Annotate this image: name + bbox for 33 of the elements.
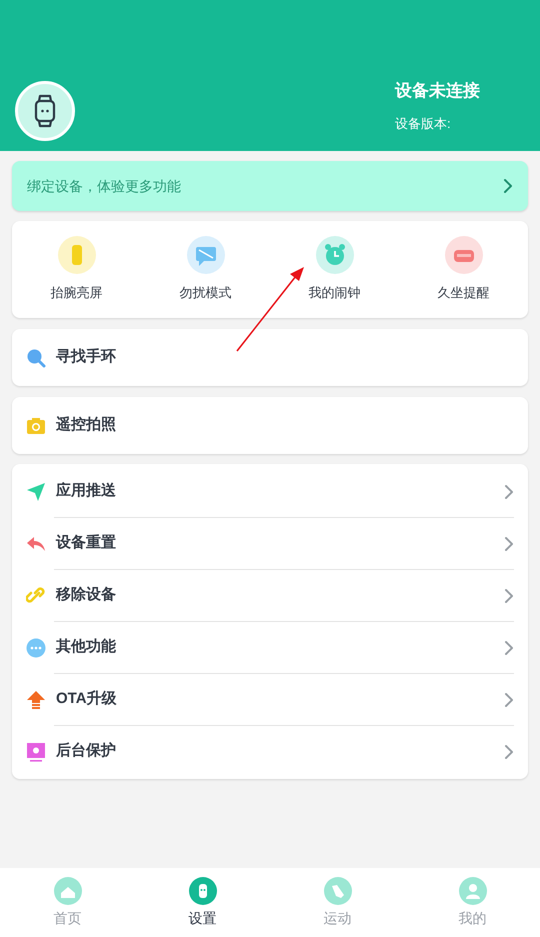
- chevron-right-icon: [504, 588, 514, 604]
- menu-item[interactable]: 应用推送: [26, 466, 514, 517]
- feature-button[interactable]: 我的闹钟: [270, 236, 399, 303]
- camera-icon: [26, 416, 46, 434]
- shoe-icon: [322, 876, 352, 906]
- connection-status: 设备未连接: [395, 80, 481, 102]
- feature-button[interactable]: 抬腕亮屏: [12, 236, 141, 303]
- menu-item[interactable]: OTA升级: [26, 674, 514, 725]
- watch-icon: [188, 876, 218, 906]
- version-label: 设备版本:: [395, 114, 452, 132]
- watch-icon: [34, 94, 56, 128]
- home-icon: [52, 876, 82, 906]
- send-icon: [26, 482, 46, 502]
- person-icon: [458, 876, 488, 906]
- chevron-right-icon: [504, 744, 514, 760]
- feature-button[interactable]: 久坐提醒: [399, 236, 528, 303]
- chevron-right-icon: [503, 178, 513, 194]
- menu-item[interactable]: 设备重置: [26, 518, 514, 569]
- search-icon: [26, 348, 46, 368]
- chevron-right-icon: [504, 484, 514, 500]
- nav-tab[interactable]: 设置: [135, 868, 270, 937]
- more-icon: [26, 638, 46, 658]
- menu-item[interactable]: 其他功能: [26, 622, 514, 673]
- link-icon: [26, 586, 46, 606]
- menu-item[interactable]: 后台保护: [26, 726, 514, 777]
- chevron-right-icon: [504, 692, 514, 708]
- menu-item[interactable]: 遥控拍照: [12, 397, 528, 454]
- menu-item[interactable]: 移除设备: [26, 570, 514, 621]
- feature-button[interactable]: 勿扰模式: [141, 236, 270, 303]
- chevron-right-icon: [504, 536, 514, 552]
- menu-item[interactable]: 寻找手环: [12, 329, 528, 386]
- chevron-right-icon: [504, 640, 514, 656]
- upload-icon: [26, 690, 46, 710]
